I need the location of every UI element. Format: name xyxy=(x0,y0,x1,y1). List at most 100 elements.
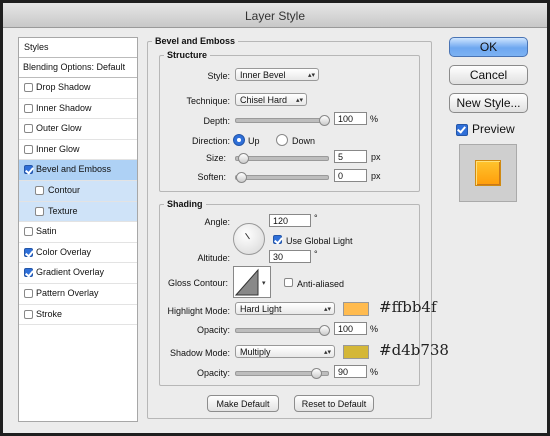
gloss-contour-label: Gloss Contour: xyxy=(167,278,228,288)
new-style-button[interactable]: New Style... xyxy=(449,93,528,113)
highlight-opacity-knob[interactable] xyxy=(319,325,330,336)
highlight-opacity-slider[interactable] xyxy=(235,325,330,336)
soften-slider-knob[interactable] xyxy=(236,172,247,183)
updown-icon: ▴▾ xyxy=(295,97,303,104)
sidebar-item-label: Drop Shadow xyxy=(36,82,91,92)
reset-to-default-button[interactable]: Reset to Default xyxy=(294,395,374,412)
texture-checkbox[interactable] xyxy=(35,206,44,216)
soften-unit: px xyxy=(371,171,381,181)
altitude-unit: ° xyxy=(314,249,318,259)
layer-style-dialog: Layer Style Styles Blending Options: Def… xyxy=(0,0,550,436)
color-overlay-checkbox[interactable] xyxy=(24,247,33,257)
highlight-mode-select[interactable]: Hard Light ▴▾ xyxy=(235,302,335,315)
shadow-opacity-slider[interactable] xyxy=(235,368,329,379)
drop-shadow-checkbox[interactable] xyxy=(24,83,33,92)
angle-dial-hand xyxy=(245,232,250,240)
sidebar-item-stroke[interactable]: Stroke xyxy=(19,305,137,326)
highlight-mode-value: Hard Light xyxy=(240,304,282,314)
satin-checkbox[interactable] xyxy=(24,227,33,237)
direction-up-radio[interactable] xyxy=(233,134,245,146)
highlight-opacity-unit: % xyxy=(370,324,379,334)
cancel-button[interactable]: Cancel xyxy=(449,65,528,85)
styles-sidebar: Styles Blending Options: Default Drop Sh… xyxy=(18,37,138,422)
sidebar-item-outer-glow[interactable]: Outer Glow xyxy=(19,119,137,140)
highlight-opacity-label: Opacity: xyxy=(196,325,230,335)
updown-icon: ▴▾ xyxy=(323,306,331,313)
outer-glow-checkbox[interactable] xyxy=(24,124,33,134)
contour-checkbox[interactable] xyxy=(35,185,44,195)
direction-up-label: Up xyxy=(248,136,260,146)
angle-unit: ° xyxy=(314,213,318,223)
highlight-opacity-field[interactable]: 100 xyxy=(334,322,367,335)
shadow-mode-value: Multiply xyxy=(240,347,271,357)
angle-dial[interactable] xyxy=(233,223,265,255)
window-title: Layer Style xyxy=(244,9,306,23)
soften-slider[interactable] xyxy=(235,172,329,183)
sidebar-item-inner-glow[interactable]: Inner Glow xyxy=(19,140,137,161)
style-select[interactable]: Inner Bevel ▴▾ xyxy=(235,68,319,81)
highlight-color-swatch[interactable] xyxy=(343,302,369,316)
gradient-overlay-checkbox[interactable] xyxy=(24,268,33,278)
technique-label: Technique: xyxy=(186,96,230,106)
style-value: Inner Bevel xyxy=(240,70,286,80)
sidebar-item-color-overlay[interactable]: Color Overlay xyxy=(19,243,137,264)
sidebar-item-satin[interactable]: Satin xyxy=(19,222,137,243)
size-slider[interactable] xyxy=(235,153,329,164)
inner-glow-checkbox[interactable] xyxy=(24,144,33,154)
sidebar-item-inner-shadow[interactable]: Inner Shadow xyxy=(19,99,137,120)
size-unit: px xyxy=(371,152,381,162)
preview-checkbox[interactable] xyxy=(456,124,468,136)
shadow-opacity-field[interactable]: 90 xyxy=(334,365,367,378)
stroke-checkbox[interactable] xyxy=(24,309,33,319)
sidebar-item-gradient-overlay[interactable]: Gradient Overlay xyxy=(19,263,137,284)
shadow-mode-label: Shadow Mode: xyxy=(169,348,230,358)
updown-icon: ▴▾ xyxy=(307,72,315,79)
inner-shadow-checkbox[interactable] xyxy=(24,103,33,113)
highlight-mode-label: Highlight Mode: xyxy=(167,306,230,316)
sidebar-item-label: Inner Glow xyxy=(36,143,80,154)
gloss-contour-picker[interactable]: ▾ xyxy=(233,266,271,298)
direction-label: Direction: xyxy=(191,136,230,146)
size-label: Size: xyxy=(205,153,226,163)
use-global-light-label: Use Global Light xyxy=(286,236,353,246)
highlight-hex: #ffbb4f xyxy=(379,298,437,316)
shadow-color-swatch[interactable] xyxy=(343,345,369,359)
use-global-light-checkbox[interactable] xyxy=(273,235,282,244)
direction-down-radio[interactable] xyxy=(276,134,288,146)
sidebar-item-label: Satin xyxy=(36,226,57,237)
sidebar-item-bevel-and-emboss[interactable]: Bevel and Emboss xyxy=(19,160,137,181)
preview-swatch xyxy=(475,160,501,186)
blending-options-item[interactable]: Blending Options: Default xyxy=(19,58,137,78)
sidebar-item-pattern-overlay[interactable]: Pattern Overlay xyxy=(19,284,137,305)
ok-button[interactable]: OK xyxy=(449,37,528,57)
svg-text:▾: ▾ xyxy=(262,280,266,287)
sidebar-item-label: Inner Shadow xyxy=(36,102,92,113)
pattern-overlay-checkbox[interactable] xyxy=(24,288,33,298)
size-field[interactable]: 5 xyxy=(334,150,367,163)
soften-label: Soften: xyxy=(197,172,226,182)
technique-select[interactable]: Chisel Hard ▴▾ xyxy=(235,93,307,106)
size-slider-knob[interactable] xyxy=(237,153,249,164)
sidebar-item-drop-shadow[interactable]: Drop Shadow xyxy=(19,78,137,99)
sidebar-header[interactable]: Styles xyxy=(19,38,137,58)
style-label: Style: xyxy=(207,71,230,81)
sidebar-item-label: Bevel and Emboss xyxy=(36,164,112,175)
sidebar-item-label: Texture xyxy=(48,205,78,216)
title-bar[interactable]: Layer Style xyxy=(3,3,547,28)
shadow-opacity-label: Opacity: xyxy=(196,368,230,378)
depth-slider-knob[interactable] xyxy=(319,115,330,126)
soften-field[interactable]: 0 xyxy=(334,169,367,182)
make-default-button[interactable]: Make Default xyxy=(207,395,279,412)
depth-slider[interactable] xyxy=(235,115,330,126)
sidebar-item-texture[interactable]: Texture xyxy=(19,201,137,223)
bevel-emboss-title: Bevel and Emboss xyxy=(152,36,239,46)
shading-title: Shading xyxy=(164,199,206,209)
sidebar-item-contour[interactable]: Contour xyxy=(19,180,137,202)
depth-field[interactable]: 100 xyxy=(334,112,367,125)
anti-aliased-checkbox[interactable] xyxy=(284,278,293,287)
bevel-and-emboss-checkbox[interactable] xyxy=(24,165,33,175)
altitude-field[interactable]: 30 xyxy=(269,250,311,263)
shadow-opacity-knob[interactable] xyxy=(310,368,322,379)
angle-field[interactable]: 120 xyxy=(269,214,311,227)
shadow-mode-select[interactable]: Multiply ▴▾ xyxy=(235,345,335,358)
